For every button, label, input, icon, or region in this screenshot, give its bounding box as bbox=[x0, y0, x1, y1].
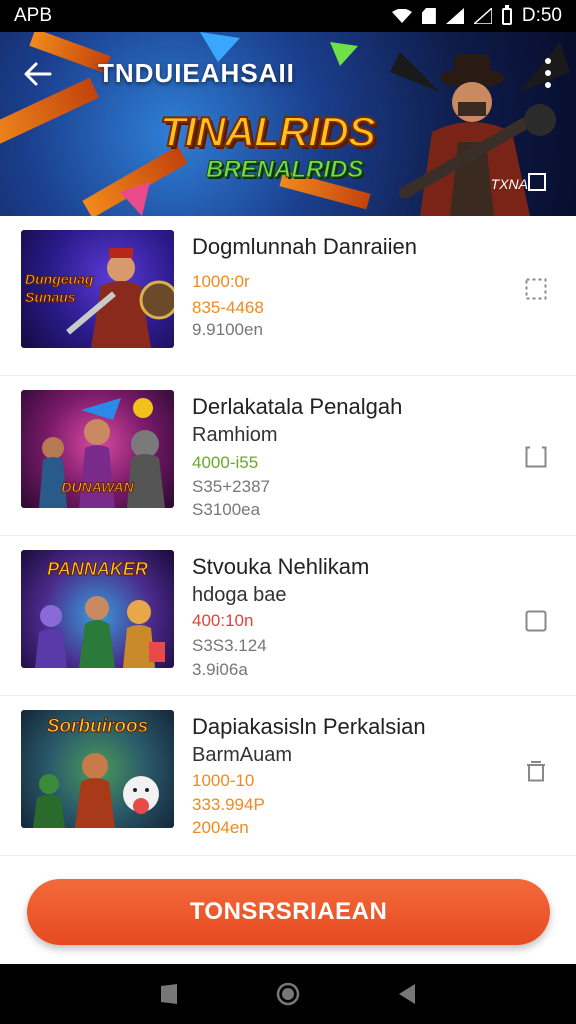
signal-empty-icon bbox=[473, 8, 492, 24]
item-stat: S35+2387 bbox=[192, 477, 270, 496]
checkbox-icon[interactable] bbox=[525, 610, 547, 632]
item-stat: 333.994P bbox=[192, 795, 265, 814]
wifi-icon bbox=[391, 9, 412, 23]
thumbnail-title: PANNAKER bbox=[47, 559, 149, 579]
list-item[interactable]: Dungeuag Sunaus Dogmlunnah Danraiien 100… bbox=[0, 216, 576, 376]
more-vert-icon[interactable] bbox=[538, 56, 558, 90]
item-title: Stvouka Nehlikam bbox=[192, 554, 370, 579]
recent-apps-icon[interactable] bbox=[157, 982, 181, 1006]
item-title: Derlakatala Penalgah bbox=[192, 394, 403, 419]
item-price: 4000-i55 bbox=[192, 453, 259, 472]
list-item[interactable]: Sorbuiroos Dapiakasisln Perkalsian BarmA… bbox=[0, 696, 576, 856]
status-left-text: APB bbox=[14, 5, 53, 26]
game-logo-subtitle: BRENALRIDS bbox=[205, 156, 364, 184]
game-logo-title: TINALRIDS bbox=[159, 107, 377, 156]
thumbnail-title: Dungeuag Sunaus bbox=[25, 271, 94, 306]
decorative-shard bbox=[330, 42, 358, 66]
item-subtitle: BarmAuam bbox=[192, 744, 293, 766]
item-stat: 3.9i06a bbox=[192, 660, 248, 679]
item-title: Dogmlunnah Danraiien bbox=[192, 234, 418, 259]
game-thumbnail[interactable]: Dungeuag Sunaus bbox=[21, 230, 174, 348]
item-subtitle: Ramhiom bbox=[192, 424, 278, 446]
open-checkbox-icon[interactable] bbox=[525, 446, 547, 468]
primary-action-button[interactable]: TONSRSRIAEAN bbox=[27, 879, 550, 945]
thumbnail-title: Sorbuiroos bbox=[46, 716, 149, 737]
hero-banner: TNDUIEAHSAII TINALRIDS BRENALRIDS TXNA bbox=[0, 32, 576, 216]
signal-icon bbox=[445, 8, 464, 24]
dotted-checkbox-icon[interactable] bbox=[525, 278, 547, 300]
item-stat: 9.9100en bbox=[192, 320, 263, 339]
hero-overlay-text: TXNA bbox=[490, 176, 528, 192]
sim-card-icon bbox=[421, 8, 436, 24]
game-thumbnail[interactable]: DUNAWAN bbox=[21, 390, 174, 508]
fullscreen-icon[interactable] bbox=[528, 173, 546, 191]
game-thumbnail[interactable]: Sorbuiroos bbox=[21, 710, 174, 828]
thumbnail-title: DUNAWAN bbox=[61, 479, 134, 496]
page-title: TNDUIEAHSAII bbox=[98, 58, 295, 88]
decorative-shard bbox=[120, 182, 150, 216]
system-nav-bar bbox=[0, 964, 576, 1024]
status-icons: D:50 bbox=[391, 4, 562, 27]
trash-icon[interactable] bbox=[525, 760, 547, 782]
item-subtitle: hdoga bae bbox=[192, 584, 287, 606]
item-price: 1000:0r bbox=[192, 272, 250, 291]
home-icon[interactable] bbox=[276, 982, 300, 1006]
item-stat: 835-4468 bbox=[192, 298, 264, 317]
item-stat: 2004en bbox=[192, 818, 249, 837]
back-arrow-icon[interactable] bbox=[20, 56, 56, 92]
back-icon[interactable] bbox=[395, 982, 419, 1006]
list-item[interactable]: PANNAKER Stvouka Nehlikam hdoga bae 400:… bbox=[0, 536, 576, 696]
item-stat: S3S3.124 bbox=[192, 636, 267, 655]
status-time: D:50 bbox=[521, 5, 562, 26]
game-thumbnail[interactable]: PANNAKER bbox=[21, 550, 174, 668]
item-price: 400:10n bbox=[192, 611, 254, 630]
list-item[interactable]: DUNAWAN Derlakatala Penalgah Ramhiom 400… bbox=[0, 376, 576, 536]
game-list: Dungeuag Sunaus Dogmlunnah Danraiien 100… bbox=[0, 216, 576, 856]
item-stat: S3100ea bbox=[192, 500, 261, 519]
item-title: Dapiakasisln Perkalsian bbox=[192, 714, 426, 739]
battery-icon bbox=[501, 4, 512, 25]
status-bar: APB D:50 bbox=[0, 0, 576, 32]
item-price: 1000-10 bbox=[192, 771, 255, 790]
